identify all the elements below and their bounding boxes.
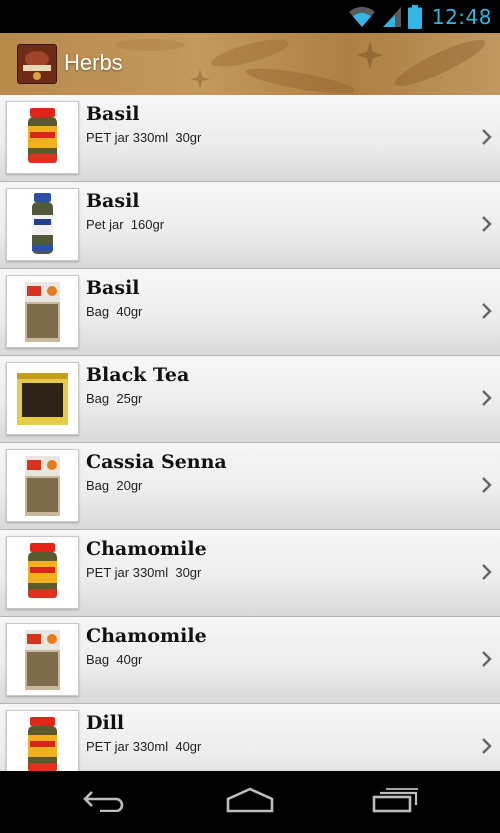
product-thumbnail: [6, 362, 79, 435]
chevron-right-icon: [480, 563, 492, 586]
product-name: Dill: [86, 712, 125, 734]
product-detail: Bag 40gr: [86, 652, 143, 667]
chevron-right-icon: [480, 302, 492, 325]
list-item[interactable]: Basil PET jar 330ml 30gr: [0, 95, 500, 182]
product-thumbnail: [6, 623, 79, 696]
chevron-right-icon: [480, 389, 492, 412]
product-name: Black Tea: [86, 364, 190, 386]
status-bar: 12:48: [0, 0, 500, 33]
product-name: Cassia Senna: [86, 451, 227, 473]
recent-apps-icon: [372, 787, 420, 818]
product-detail: PET jar 330ml 30gr: [86, 565, 202, 580]
list-item[interactable]: Cassia Senna Bag 20gr: [0, 443, 500, 530]
action-bar: Herbs: [0, 33, 500, 95]
product-detail: Bag 20gr: [86, 478, 143, 493]
list-item[interactable]: Dill PET jar 330ml 40gr: [0, 704, 500, 771]
recent-apps-button[interactable]: [346, 771, 446, 833]
product-name: Basil: [86, 190, 140, 212]
battery-icon: [407, 4, 422, 29]
chevron-right-icon: [480, 650, 492, 673]
product-detail: PET jar 330ml 40gr: [86, 739, 202, 754]
signal-icon: [382, 6, 402, 28]
home-button[interactable]: [200, 771, 300, 833]
chevron-right-icon: [480, 737, 492, 760]
product-thumbnail: [6, 101, 79, 174]
product-thumbnail: [6, 710, 79, 771]
product-thumbnail: [6, 275, 79, 348]
page-title: Herbs: [64, 50, 123, 75]
product-name: Basil: [86, 277, 140, 299]
list-item[interactable]: Basil Bag 40gr: [0, 269, 500, 356]
product-detail: Bag 40gr: [86, 304, 143, 319]
list-item[interactable]: Chamomile Bag 40gr: [0, 617, 500, 704]
product-thumbnail: [6, 536, 79, 609]
navigation-bar: [0, 771, 500, 833]
chevron-right-icon: [480, 215, 492, 238]
product-name: Chamomile: [86, 625, 207, 647]
product-detail: Bag 25gr: [86, 391, 143, 406]
product-detail: PET jar 330ml 30gr: [86, 130, 202, 145]
product-name: Chamomile: [86, 538, 207, 560]
product-list[interactable]: Basil PET jar 330ml 30gr Basil Pet jar 160g…: [0, 95, 500, 771]
list-item[interactable]: Basil Pet jar 160gr: [0, 182, 500, 269]
chevron-right-icon: [480, 128, 492, 151]
status-icons: 12:48: [348, 0, 492, 33]
home-icon: [225, 787, 275, 818]
product-name: Basil: [86, 103, 140, 125]
product-thumbnail: [6, 449, 79, 522]
back-icon: [82, 788, 128, 817]
status-time: 12:48: [431, 4, 492, 29]
product-detail: Pet jar 160gr: [86, 217, 165, 232]
wifi-icon: [348, 6, 376, 28]
app-logo-icon[interactable]: [17, 44, 57, 84]
list-item[interactable]: Chamomile PET jar 330ml 30gr: [0, 530, 500, 617]
chevron-right-icon: [480, 476, 492, 499]
list-item[interactable]: Black Tea Bag 25gr: [0, 356, 500, 443]
product-thumbnail: [6, 188, 79, 261]
back-button[interactable]: [55, 771, 155, 833]
